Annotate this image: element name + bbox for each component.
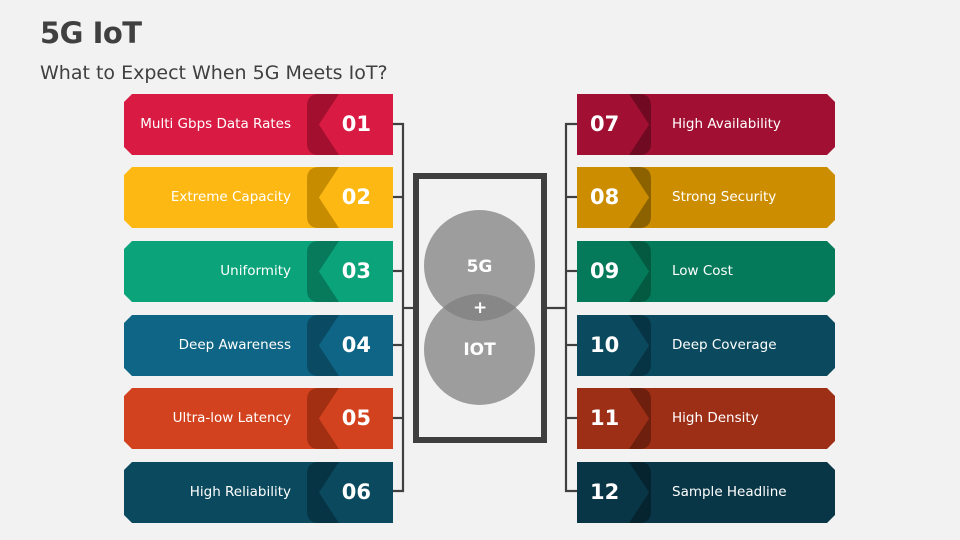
item-label: High Reliability (189, 484, 291, 500)
right-item-07: High Availability 07 (577, 94, 835, 155)
left-item-04: Deep Awareness 04 (124, 315, 393, 376)
right-item-11: High Density 11 (577, 388, 835, 449)
item-number: 12 (590, 480, 620, 504)
left-item-01: Multi Gbps Data Rates 01 (124, 94, 393, 155)
5g-label: 5G (466, 257, 493, 277)
item-label: Low Cost (672, 263, 733, 279)
item-number: 09 (590, 259, 620, 283)
item-label: Sample Headline (672, 484, 787, 500)
item-label: Deep Coverage (672, 337, 777, 353)
item-number: 08 (590, 185, 620, 209)
right-item-09: Low Cost 09 (577, 241, 835, 302)
right-item-08: Strong Security 08 (577, 167, 835, 228)
iot-label: IOT (463, 340, 496, 360)
item-label: High Availability (672, 116, 781, 132)
left-item-05: Ultra-low Latency 05 (124, 388, 393, 449)
item-number: 02 (341, 185, 371, 209)
item-label: High Density (672, 410, 759, 426)
left-item-03: Uniformity 03 (124, 241, 393, 302)
item-label: Deep Awareness (178, 337, 291, 353)
item-number: 05 (341, 406, 371, 430)
item-number: 04 (341, 333, 371, 357)
item-label: Strong Security (672, 189, 777, 205)
item-number: 11 (590, 406, 620, 430)
left-item-06: High Reliability 06 (124, 462, 393, 523)
item-number: 01 (341, 112, 371, 136)
page-subtitle: What to Expect When 5G Meets IoT? (40, 62, 388, 84)
item-label: Extreme Capacity (170, 189, 291, 205)
item-number: 07 (590, 112, 620, 136)
right-item-10: Deep Coverage 10 (577, 315, 835, 376)
item-number: 06 (341, 480, 371, 504)
right-item-12: Sample Headline 12 (577, 462, 835, 523)
item-number: 03 (341, 259, 371, 283)
item-label: Ultra-low Latency (172, 410, 291, 426)
left-item-02: Extreme Capacity 02 (124, 167, 393, 228)
item-label: Uniformity (220, 263, 291, 279)
page-title: 5G IoT (40, 16, 142, 50)
item-number: 10 (590, 333, 620, 357)
plus-icon: + (473, 298, 488, 318)
item-label: Multi Gbps Data Rates (140, 116, 291, 132)
